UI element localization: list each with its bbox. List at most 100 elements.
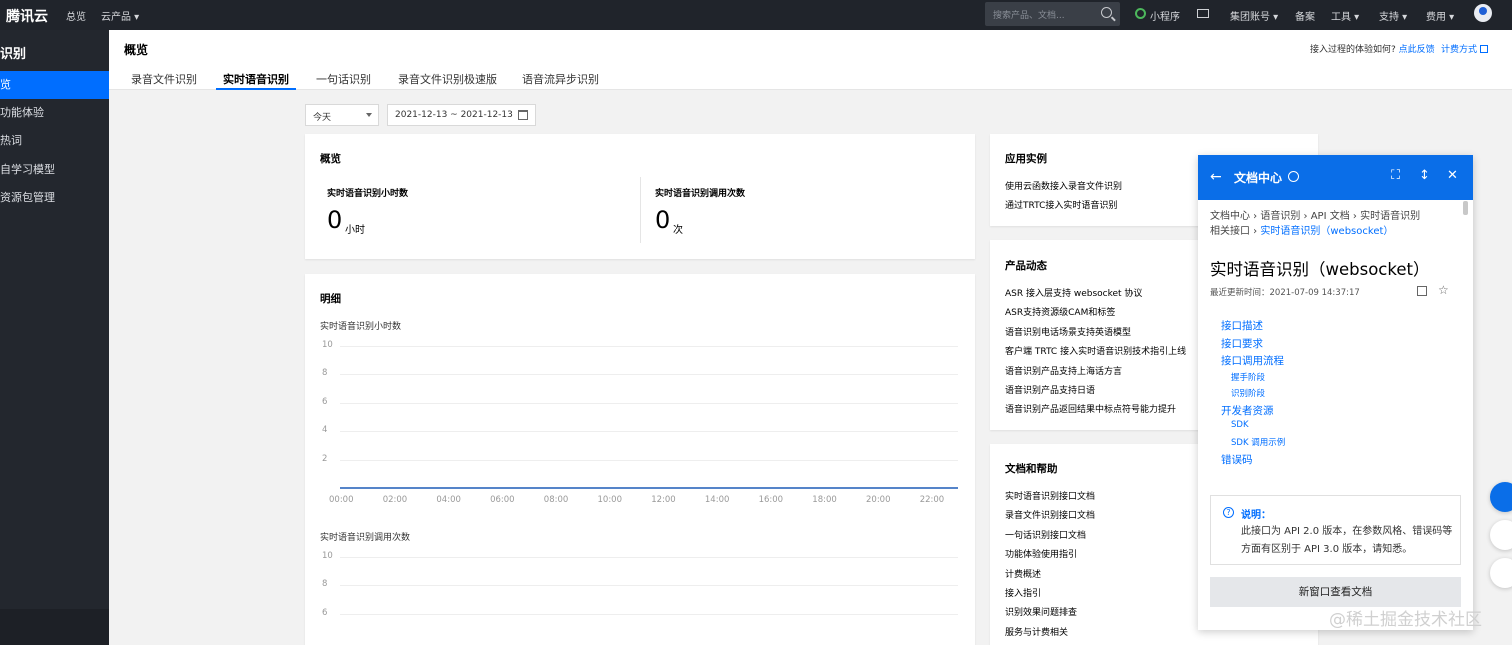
nav-tools[interactable]: 工具 ▾ — [1331, 8, 1359, 23]
date-range-picker[interactable]: 2021-12-13 ~ 2021-12-13 — [387, 104, 536, 126]
docs-item-link[interactable]: 一句话识别接口文档 — [1005, 528, 1086, 541]
docs-item-link[interactable]: 接入指引 — [1005, 586, 1041, 599]
resize-vertical-icon[interactable]: ↕ — [1419, 168, 1430, 183]
tab-recording-file[interactable]: 录音文件识别 — [131, 71, 197, 90]
tab-realtime-asr[interactable]: 实时语音识别 — [216, 71, 296, 90]
chart1-title: 实时语音识别小时数 — [320, 322, 402, 332]
help-circle-icon[interactable] — [1288, 171, 1299, 182]
app-case-link[interactable]: 通过TRTC接入实时语音识别 — [1005, 198, 1117, 211]
x-tick-label: 08:00 — [543, 495, 569, 505]
sidebar-item-feature-trial[interactable]: 功能体验 — [0, 99, 109, 127]
nav-overview[interactable]: 总览 — [66, 8, 86, 23]
mail-icon[interactable] — [1197, 9, 1209, 18]
doc-updated-time: 最近更新时间：2021-07-09 14:37:17 — [1210, 288, 1360, 298]
gridline — [340, 613, 958, 615]
page-header: 概览 接入过程的体验如何? 点此反馈 计费方式 录音文件识别 实时语音识别 一句… — [109, 30, 1512, 90]
sidebar: 识别 览 功能体验 热词 自学习模型 资源包管理 — [0, 30, 109, 645]
sidebar-title: 识别 — [0, 47, 27, 62]
docs-item-link[interactable]: 录音文件识别接口文档 — [1005, 508, 1095, 521]
toc-link[interactable]: SDK — [1231, 420, 1249, 430]
chevron-down-icon — [366, 113, 372, 117]
book-icon[interactable] — [1490, 520, 1512, 550]
search-input[interactable]: 搜索产品、文档... — [993, 8, 1065, 21]
period-select[interactable]: 今天 — [305, 104, 379, 126]
toc-link[interactable]: 接口调用流程 — [1221, 353, 1284, 368]
nav-filing[interactable]: 备案 — [1295, 8, 1315, 23]
x-tick-label: 10:00 — [597, 495, 623, 505]
close-icon[interactable]: ✕ — [1447, 168, 1458, 183]
nav-support-label: 支持 — [1379, 12, 1399, 23]
star-icon[interactable]: ☆ — [1438, 283, 1449, 297]
doc-heading: 实时语音识别（websocket） — [1210, 260, 1430, 279]
docs-item-link[interactable]: 实时语音识别接口文档 — [1005, 489, 1095, 502]
toc-link[interactable]: 握手阶段 — [1231, 371, 1265, 383]
nav-billing[interactable]: 费用 ▾ — [1426, 8, 1454, 23]
nav-group-account[interactable]: 集团账号 ▾ — [1230, 8, 1278, 23]
y-tick-label: 8 — [322, 368, 328, 379]
feedback-link[interactable]: 点此反馈 — [1399, 45, 1435, 55]
sidebar-item-overview[interactable]: 览 — [0, 71, 109, 99]
sidebar-footer — [0, 609, 109, 645]
hours-metric-unit: 小时 — [345, 225, 365, 236]
docs-item-link[interactable]: 服务与计费相关 — [1005, 625, 1068, 638]
nav-cloud-products[interactable]: 云产品 ▾ — [101, 8, 139, 23]
y-tick-label: 6 — [322, 607, 328, 618]
sidebar-item-hotwords[interactable]: 热词 — [0, 127, 109, 155]
period-select-value: 今天 — [313, 113, 332, 123]
breadcrumb-current[interactable]: 实时语音识别（websocket） — [1260, 226, 1393, 237]
tab-recording-fast[interactable]: 录音文件识别极速版 — [398, 71, 497, 90]
feedback-prompt: 接入过程的体验如何? — [1310, 45, 1396, 55]
back-arrow-icon[interactable]: ← — [1210, 169, 1222, 185]
breadcrumb-related[interactable]: 相关接口 › — [1210, 226, 1257, 237]
breadcrumb[interactable]: 文档中心 › 语音识别 › API 文档 › 实时语音识别 — [1210, 207, 1420, 222]
toc-link[interactable]: SDK 调用示例 — [1231, 436, 1285, 448]
hours-metric-value: 0 — [327, 206, 343, 234]
tab-async-stream[interactable]: 语音流异步识别 — [522, 71, 599, 90]
search-icon[interactable] — [1101, 7, 1112, 18]
hours-metric-label: 实时语音识别小时数 — [327, 189, 409, 199]
tencent-cloud-logo[interactable]: 腾讯云 — [6, 6, 48, 26]
collapse-icon[interactable] — [1417, 286, 1427, 296]
toc-link[interactable]: 错误码 — [1221, 452, 1253, 467]
app-case-link[interactable]: 使用云函数接入录音文件识别 — [1005, 179, 1122, 192]
billing-method-link[interactable]: 计费方式 — [1441, 42, 1489, 55]
series-line — [340, 487, 958, 489]
docs-item-link[interactable]: 功能体验使用指引 — [1005, 547, 1077, 560]
nav-mini-program[interactable]: 小程序 — [1150, 8, 1180, 23]
toc-link[interactable]: 接口描述 — [1221, 318, 1263, 333]
breadcrumb-line2: 相关接口 › 实时语音识别（websocket） — [1210, 222, 1393, 237]
tab-sentence-recognition[interactable]: 一句话识别 — [316, 71, 371, 90]
news-item-link[interactable]: 语音识别产品支持日语 — [1005, 383, 1095, 396]
customer-service-icon[interactable] — [1490, 482, 1512, 512]
sidebar-item-resource-packs[interactable]: 资源包管理 — [0, 184, 109, 212]
news-item-link[interactable]: 语音识别产品返回结果中标点符号能力提升 — [1005, 402, 1176, 415]
news-item-link[interactable]: 语音识别产品支持上海话方言 — [1005, 364, 1122, 377]
news-item-link[interactable]: 客户端 TRTC 接入实时语音识别技术指引上线 — [1005, 344, 1186, 357]
gridline — [340, 374, 958, 376]
news-item-link[interactable]: 语音识别电话场景支持英语模型 — [1005, 325, 1131, 338]
toc-link[interactable]: 接口要求 — [1221, 336, 1263, 351]
scrollbar[interactable] — [1463, 201, 1468, 215]
list-icon[interactable] — [1490, 558, 1512, 588]
nav-tools-label: 工具 — [1331, 12, 1351, 23]
news-item-link[interactable]: ASR 接入层支持 websocket 协议 — [1005, 286, 1142, 299]
x-tick-label: 04:00 — [436, 495, 461, 505]
calls-metric-unit: 次 — [673, 225, 683, 236]
toc-link[interactable]: 开发者资源 — [1221, 403, 1274, 418]
docs-item-link[interactable]: 识别效果问题排查 — [1005, 605, 1077, 618]
news-item-link[interactable]: ASR支持资源级CAM和标签 — [1005, 305, 1115, 318]
open-in-new-window-button[interactable]: 新窗口查看文档 — [1210, 577, 1461, 607]
note-box: ? 说明： 此接口为 API 2.0 版本，在参数风格、错误码等方面有区别于 A… — [1210, 495, 1461, 565]
avatar[interactable] — [1474, 4, 1492, 22]
page-title: 概览 — [124, 43, 149, 57]
gridline — [340, 346, 958, 347]
calls-metric-label: 实时语音识别调用次数 — [655, 189, 746, 199]
mini-program-icon — [1135, 8, 1146, 19]
nav-support[interactable]: 支持 ▾ — [1379, 8, 1407, 23]
sidebar-item-self-learning-model[interactable]: 自学习模型 — [0, 156, 109, 184]
news-title: 产品动态 — [1005, 260, 1047, 272]
global-search[interactable]: 搜索产品、文档... — [985, 2, 1120, 26]
fullscreen-icon[interactable]: ⛶ — [1391, 168, 1400, 183]
toc-link[interactable]: 识别阶段 — [1231, 387, 1265, 399]
docs-item-link[interactable]: 计费概述 — [1005, 567, 1041, 580]
